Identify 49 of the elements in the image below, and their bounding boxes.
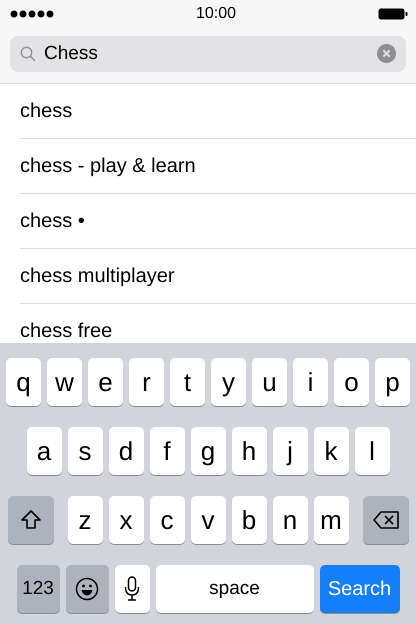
letter-key[interactable]: x — [108, 496, 144, 544]
letter-key[interactable]: r — [129, 358, 164, 406]
letter-key[interactable]: d — [108, 427, 144, 475]
letter-key[interactable]: y — [211, 358, 246, 406]
suggestion-item[interactable]: chess • — [20, 210, 85, 232]
letter-key[interactable]: t — [170, 358, 205, 406]
letter-key[interactable]: q — [6, 358, 41, 406]
shift-key[interactable] — [8, 496, 54, 544]
letter-key[interactable]: a — [26, 427, 62, 475]
letter-key[interactable]: z — [68, 496, 102, 544]
suggestion-item[interactable]: chess multiplayer — [20, 264, 175, 288]
letter-key[interactable]: m — [314, 496, 348, 544]
letter-key[interactable]: p — [375, 358, 410, 406]
letter-key[interactable]: l — [354, 427, 390, 475]
letter-key[interactable]: f — [150, 427, 184, 475]
letter-key[interactable]: e — [88, 358, 123, 406]
letter-key[interactable]: k — [314, 427, 348, 475]
letter-key[interactable]: b — [232, 496, 266, 544]
search-icon — [20, 46, 36, 62]
emoji-key[interactable] — [66, 565, 108, 613]
battery-icon — [378, 8, 408, 20]
backspace-icon — [372, 510, 400, 530]
space-key[interactable]: space — [156, 565, 314, 613]
delete-key[interactable] — [362, 496, 408, 544]
letter-key[interactable]: g — [190, 427, 226, 475]
signal-icon — [10, 10, 54, 18]
letter-key[interactable]: u — [252, 358, 287, 406]
letter-key[interactable]: c — [150, 496, 184, 544]
microphone-key[interactable] — [114, 565, 150, 613]
search-key[interactable]: Search — [320, 565, 400, 613]
letter-key[interactable]: o — [334, 358, 369, 406]
letter-key[interactable]: j — [272, 427, 308, 475]
letter-key[interactable]: v — [190, 496, 226, 544]
microphone-icon — [124, 576, 140, 602]
letter-key[interactable]: w — [47, 358, 82, 406]
letter-key[interactable]: i — [293, 358, 328, 406]
search-field[interactable]: Chess — [10, 36, 406, 72]
suggestion-item[interactable]: chess - play & learn — [20, 154, 196, 178]
search-text: Chess — [44, 42, 99, 64]
suggestion-item[interactable]: chess free — [20, 320, 112, 342]
numbers-key[interactable]: 123 — [16, 565, 60, 613]
clear-icon[interactable] — [377, 44, 396, 63]
letter-key[interactable]: h — [232, 427, 266, 475]
status-time: 10:00 — [196, 5, 236, 23]
letter-key[interactable]: s — [68, 427, 102, 475]
smiley-icon — [75, 577, 99, 601]
shift-arrow-icon — [20, 509, 42, 531]
letter-key[interactable]: n — [272, 496, 308, 544]
suggestion-item[interactable]: chess — [20, 100, 72, 122]
